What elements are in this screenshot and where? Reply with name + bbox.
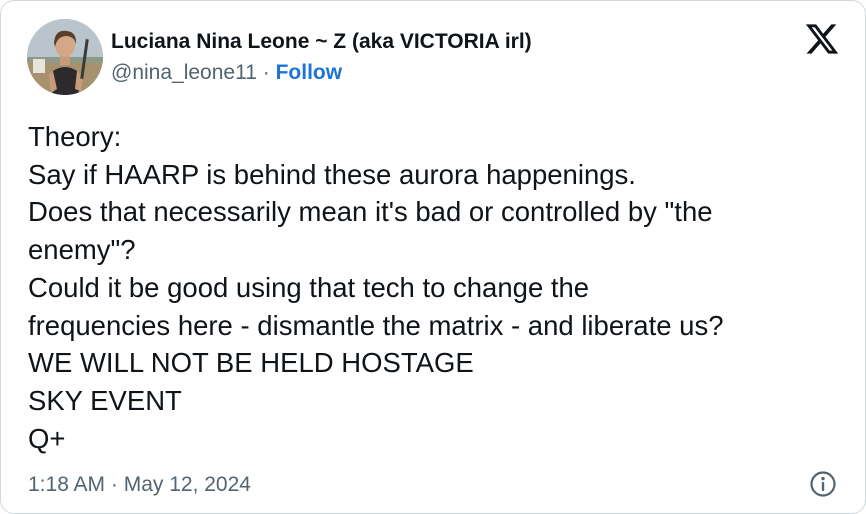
- avatar[interactable]: [27, 19, 103, 95]
- tweet-line: Could it be good using that tech to chan…: [28, 271, 590, 303]
- tweet-line: frequencies here - dismantle the matrix …: [28, 309, 724, 341]
- profile-photo-icon: [27, 19, 103, 95]
- display-name[interactable]: Luciana Nina Leone ~ Z (aka VICTORIA irl…: [111, 29, 532, 55]
- timestamp-link[interactable]: 1:18 AM · May 12, 2024: [28, 472, 251, 498]
- tweet-line: Does that necessarily mean it's bad or c…: [28, 196, 713, 228]
- separator: ·: [262, 61, 270, 84]
- info-glyph: [810, 471, 836, 497]
- tweet-line: WE WILL NOT BE HELD HOSTAGE: [28, 347, 474, 379]
- tweet-line: enemy"?: [28, 234, 136, 266]
- tweet-card: Luciana Nina Leone ~ Z (aka VICTORIA irl…: [0, 0, 866, 514]
- tweet-line: Q+: [28, 422, 66, 454]
- tweet-line: SKY EVENT: [28, 384, 182, 416]
- tweet-line: Say if HAARP is behind these aurora happ…: [28, 158, 636, 190]
- user-block: Luciana Nina Leone ~ Z (aka VICTORIA irl…: [111, 29, 532, 86]
- handle[interactable]: @nina_leone11: [111, 61, 257, 84]
- info-icon[interactable]: [809, 470, 837, 498]
- handle-row: @nina_leone11 · Follow: [111, 60, 532, 86]
- x-logo-icon[interactable]: [804, 24, 840, 57]
- follow-button[interactable]: Follow: [276, 61, 343, 84]
- x-logo-glyph: [805, 24, 839, 54]
- tweet-line: Theory:: [28, 121, 122, 152]
- tweet-text: Theory: Say if HAARP is behind these aur…: [28, 118, 853, 457]
